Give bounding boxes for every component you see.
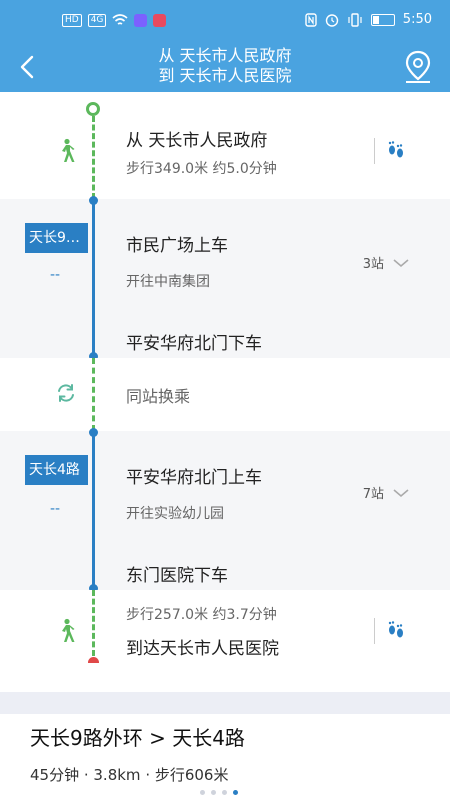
bus-direction: 开往实验幼儿园 [126,506,224,522]
stops-count: 7站 [362,487,384,502]
wifi-icon [112,14,128,25]
page-dot-active [233,790,238,795]
app-header: 从 天长市人民政府 到 天长市人民医院 [0,42,450,92]
route-summary-lines: 天长9路外环 > 天长4路 [30,726,245,750]
walk-icon [62,138,75,162]
status-bar: HD 4G 5:50 [0,0,450,42]
route-title: 从 天长市人民政府 到 天长市人民医院 [60,46,390,86]
alight-stop: 东门医院下车 [126,566,228,586]
step-start-walk[interactable]: 从 天长市人民政府 步行349.0米 约5.0分钟 [0,92,450,199]
board-stop-dot [89,196,98,205]
chevron-down-icon [393,488,409,497]
transfer-icon [58,384,74,402]
reader-notification-icon [153,14,167,27]
walk-navigation-button[interactable] [374,618,414,644]
bus-line [92,431,95,590]
section-divider [0,692,450,714]
from-line: 从 天长市人民政府 [158,46,292,65]
walk-icon [62,618,75,642]
route-summary-card[interactable]: 天长9路外环 > 天长4路 45分钟 · 3.8km · 步行606米 [0,714,450,800]
step-end-walk[interactable]: 步行257.0米 约3.7分钟 到达天长市人民医院 [0,590,450,660]
vibrate-icon [348,12,362,27]
back-icon[interactable] [14,52,42,82]
bus-direction: 开往中南集团 [126,274,210,290]
footprints-icon [388,141,403,158]
start-location: 从 天长市人民政府 [126,131,268,151]
alight-stop: 平安华府北门下车 [126,334,262,354]
walk-line [92,116,95,199]
bus-line-badge[interactable]: 天长4路 [25,455,88,485]
stops-count: 3站 [362,257,384,272]
bus-wait-info: -- [50,267,61,283]
nfc-icon [305,12,317,27]
start-point-marker [86,102,100,116]
network-badge: 4G [87,14,107,27]
battery-icon [370,13,395,26]
alarm-icon [325,13,338,27]
bus-line-badge[interactable]: 天长9… [25,223,88,253]
footprints-icon [388,621,403,638]
walk-line [92,358,95,431]
stops-toggle[interactable]: 3站 [363,253,410,272]
board-stop: 市民广场上车 [126,236,228,256]
step-bus-2[interactable]: 天长4路 -- 平安华府北门上车 开往实验幼儿园 7站 东门医院下车 [0,428,450,593]
end-walk-detail: 步行257.0米 约3.7分钟 [126,607,277,623]
page-indicator [200,790,238,795]
map-pin-icon[interactable] [400,48,436,86]
transfer-label: 同站换乘 [126,387,191,406]
step-transfer: 同站换乘 [0,358,450,431]
destination: 到达天长市人民医院 [126,639,279,659]
app-notification-icon [134,14,148,27]
page-dot [211,790,216,795]
page-dot [200,790,205,795]
to-line: 到 天长市人民医院 [158,66,292,85]
board-stop-dot [89,428,98,437]
walk-line [92,590,95,656]
hd-badge: HD [62,14,82,27]
board-stop: 平安华府北门上车 [126,468,262,488]
chevron-down-icon [393,258,409,267]
bus-line [92,199,95,358]
step-bus-1[interactable]: 天长9… -- 市民广场上车 开往中南集团 3站 平安华府北门下车 [0,196,450,361]
route-steps: 从 天长市人民政府 步行349.0米 约5.0分钟 天长9… -- 市民广场上车… [0,92,450,663]
status-right: 5:50 [305,12,432,27]
bus-wait-info: -- [50,501,61,517]
stops-toggle[interactable]: 7站 [363,483,410,502]
route-summary-meta: 45分钟 · 3.8km · 步行606米 [30,766,229,784]
clock: 5:50 [402,12,432,27]
status-left: HD 4G [62,14,167,27]
page-dot [222,790,227,795]
end-point-marker [88,657,99,663]
start-walk-detail: 步行349.0米 约5.0分钟 [126,161,277,177]
walk-navigation-button[interactable] [374,138,414,164]
